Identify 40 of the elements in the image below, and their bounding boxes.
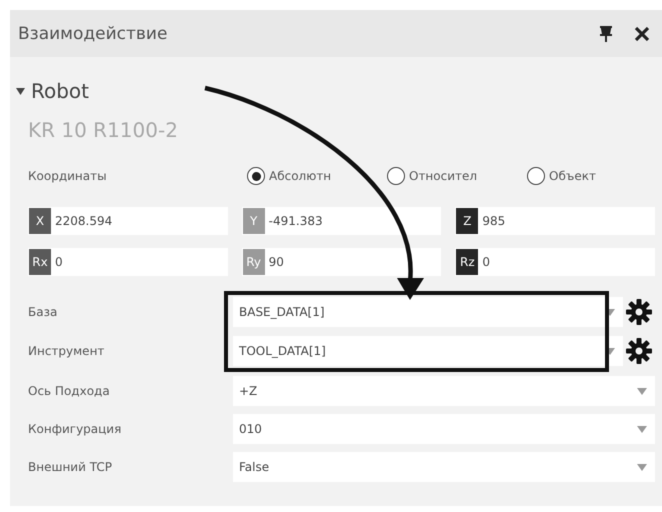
dropdown-caret-icon — [637, 388, 647, 394]
property-label: Конфигурация — [28, 422, 122, 436]
axis-badge: Z — [456, 208, 478, 234]
coordinates-label: Координаты — [28, 169, 108, 183]
coordinate-field[interactable]: X 2208.594 — [28, 207, 228, 235]
coordinate-field[interactable]: Rz 0 — [455, 248, 655, 276]
axis-badge: X — [29, 208, 51, 234]
dropdown-caret-icon — [637, 464, 647, 470]
robot-model: KR 10 R1100-2 — [27, 117, 179, 144]
coordinate-field[interactable]: Y -491.383 — [242, 207, 442, 235]
pin-icon — [600, 26, 612, 42]
axis-badge: Y — [242, 208, 265, 234]
expand-toggle[interactable] — [16, 86, 25, 96]
caret-icon — [16, 86, 25, 96]
coordinate-field[interactable]: Z 985 — [455, 207, 655, 235]
axis-badge: Ry — [242, 249, 265, 275]
coordinate-mode-radio[interactable]: Абсолютн — [247, 167, 387, 185]
coordinate-mode-radio[interactable]: Относител — [387, 167, 527, 185]
panel-title: Взаимодействие — [18, 24, 168, 44]
property-label: Инструмент — [28, 344, 106, 358]
axis-badge: Rz — [456, 249, 478, 275]
property-dropdown[interactable]: False — [233, 452, 655, 482]
property-dropdown[interactable]: TOOL_DATA[1] — [233, 336, 623, 366]
close-button[interactable] — [634, 26, 650, 42]
property-label: База — [28, 305, 58, 319]
settings-button[interactable] — [623, 338, 655, 364]
pin-button[interactable] — [600, 26, 612, 42]
close-icon — [634, 26, 650, 42]
property-dropdown[interactable]: 010 — [233, 414, 655, 444]
coordinate-mode-radio[interactable]: Объект — [527, 167, 662, 185]
dropdown-caret-icon — [637, 426, 647, 432]
settings-button[interactable] — [623, 299, 655, 325]
axis-badge: Rx — [29, 249, 51, 275]
property-dropdown[interactable]: BASE_DATA[1] — [233, 297, 623, 327]
property-label: Внешний TCP — [28, 460, 113, 474]
property-label: Ось Подхода — [28, 384, 111, 398]
property-dropdown[interactable]: +Z — [233, 376, 655, 406]
coordinate-field[interactable]: Rx 0 — [28, 248, 228, 276]
coordinate-field[interactable]: Ry 90 — [242, 248, 442, 276]
robot-name: Robot — [31, 79, 90, 103]
